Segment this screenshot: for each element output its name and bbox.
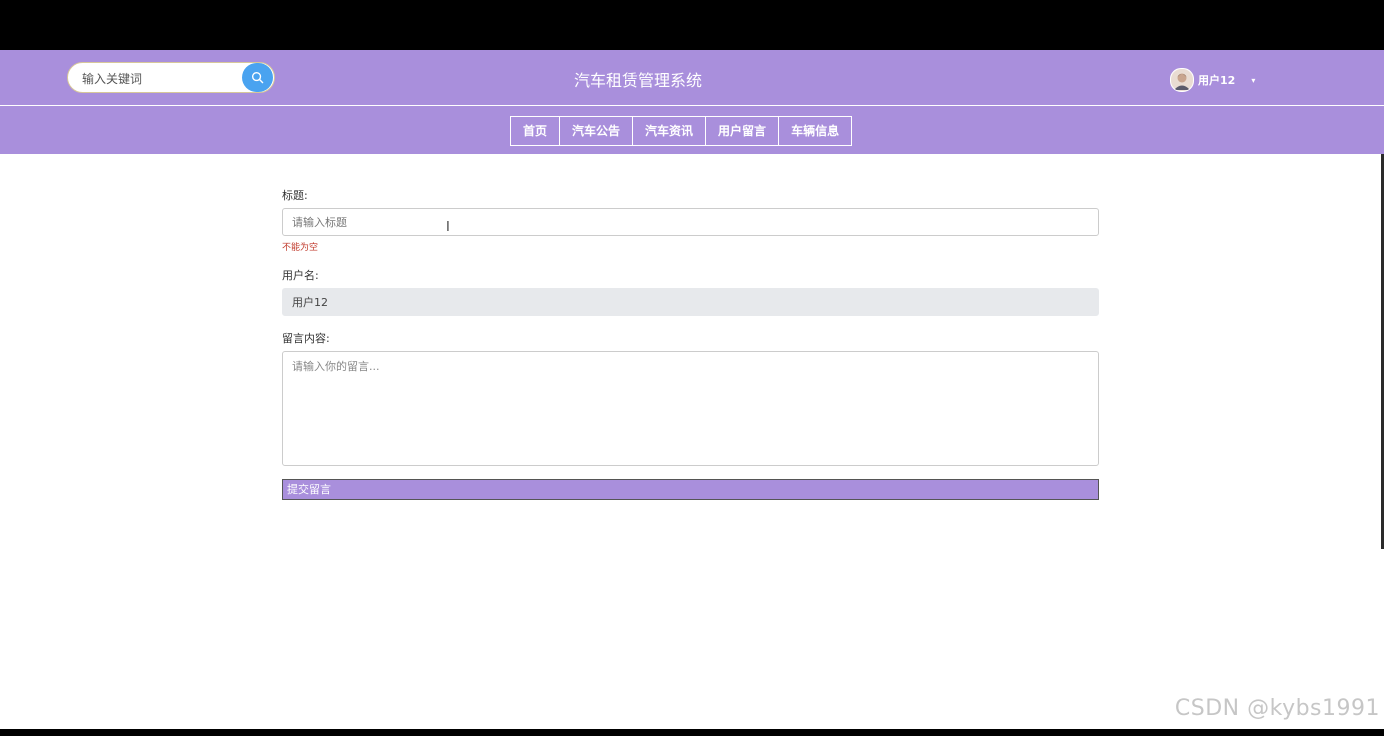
user-menu[interactable]: 用户12 ▾ bbox=[1170, 68, 1255, 92]
nav-item-home[interactable]: 首页 bbox=[510, 116, 561, 146]
site-title: 汽车租赁管理系统 bbox=[573, 71, 702, 90]
top-header: 汽车租赁管理系统 用户12 ▾ bbox=[0, 50, 1384, 106]
title-error-message: 不能为空 bbox=[282, 243, 319, 253]
text-cursor-icon: I bbox=[446, 220, 450, 235]
chevron-down-icon: ▾ bbox=[1251, 75, 1256, 85]
title-label: 标题: bbox=[282, 189, 308, 202]
bottom-bar bbox=[0, 729, 1384, 736]
user-avatar-icon bbox=[1171, 69, 1193, 91]
page-viewport: 汽车租赁管理系统 用户12 ▾ 首页 汽车公告 汽车资讯 用户留言 车辆信息 标… bbox=[0, 50, 1384, 729]
nav-list: 首页 汽车公告 汽车资讯 用户留言 车辆信息 bbox=[510, 116, 853, 146]
avatar bbox=[1170, 68, 1194, 92]
nav-item-car-news[interactable]: 汽车资讯 bbox=[632, 116, 707, 146]
submit-message-button[interactable]: 提交留言 bbox=[282, 479, 1099, 500]
nav-item-car-announcements[interactable]: 汽车公告 bbox=[559, 116, 634, 146]
content-label: 留言内容: bbox=[282, 332, 330, 345]
username-label: 用户12 bbox=[1198, 74, 1236, 87]
nav-item-user-messages[interactable]: 用户留言 bbox=[705, 116, 780, 146]
nav-item-vehicle-info[interactable]: 车辆信息 bbox=[778, 116, 853, 146]
main-nav: 首页 汽车公告 汽车资讯 用户留言 车辆信息 bbox=[0, 106, 1384, 154]
content-textarea[interactable] bbox=[282, 351, 1099, 466]
watermark: CSDN @kybs1991 bbox=[1174, 696, 1380, 721]
username-field-label: 用户名: bbox=[282, 269, 319, 282]
title-input[interactable] bbox=[282, 208, 1099, 236]
username-field bbox=[282, 288, 1099, 316]
